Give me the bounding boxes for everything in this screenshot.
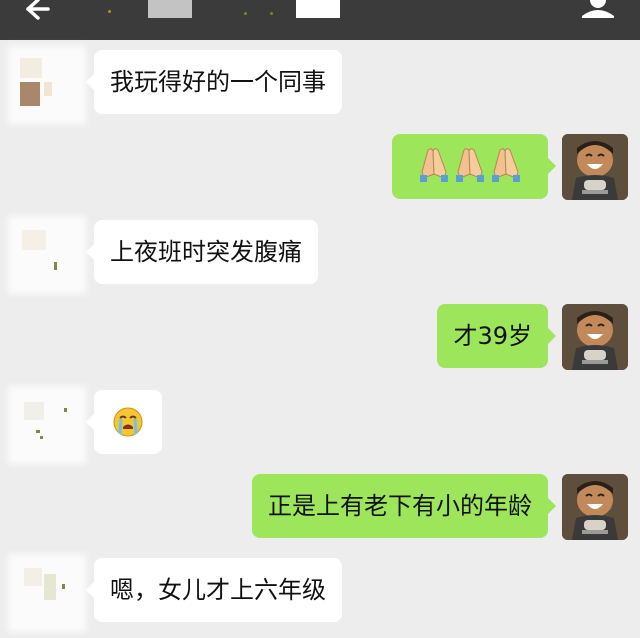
title-blur-dot xyxy=(270,12,273,15)
message-text: 才39岁 xyxy=(453,322,532,350)
message-bubble[interactable]: 嗯，女儿才上六年级 xyxy=(86,558,342,622)
chat-title-blur xyxy=(148,0,192,18)
chat-title-blur xyxy=(296,0,340,18)
message-text: 嗯，女儿才上六年级 xyxy=(110,576,326,604)
message-text: 我玩得好的一个同事 xyxy=(110,68,326,96)
title-blur-dot xyxy=(244,12,247,15)
my-avatar[interactable] xyxy=(562,304,628,370)
laughing-child-avatar-icon xyxy=(562,134,628,200)
loudly-crying-face-icon xyxy=(113,407,143,437)
message-text: 正是上有老下有小的年龄 xyxy=(268,492,532,520)
title-blur-dot xyxy=(108,10,111,13)
message-bubble[interactable]: 才39岁 xyxy=(437,304,556,368)
message-bubble[interactable] xyxy=(86,390,162,454)
message-text: 上夜班时突发腹痛 xyxy=(110,238,302,266)
message-bubble[interactable] xyxy=(392,134,556,199)
contact-avatar[interactable] xyxy=(14,392,80,458)
contact-avatar[interactable] xyxy=(14,52,80,118)
message-bubble[interactable]: 正是上有老下有小的年龄 xyxy=(252,474,556,538)
message-bubble[interactable]: 我玩得好的一个同事 xyxy=(86,50,342,114)
laughing-child-avatar-icon xyxy=(562,474,628,540)
contact-avatar[interactable] xyxy=(14,222,80,288)
laughing-child-avatar-icon xyxy=(562,304,628,370)
message-bubble[interactable]: 上夜班时突发腹痛 xyxy=(86,220,318,284)
my-avatar[interactable] xyxy=(562,134,628,200)
back-arrow-icon[interactable] xyxy=(20,0,50,26)
contact-avatar[interactable] xyxy=(14,560,80,626)
profile-icon[interactable] xyxy=(578,0,618,20)
my-avatar[interactable] xyxy=(562,474,628,540)
chat-header xyxy=(0,0,640,40)
folded-hands-icon xyxy=(420,148,520,182)
